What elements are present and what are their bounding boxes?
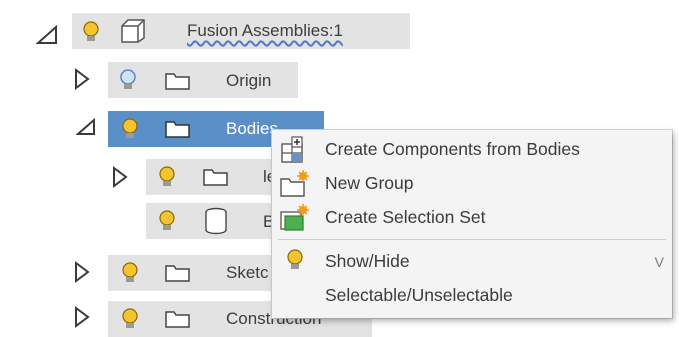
new-group-icon bbox=[278, 170, 310, 203]
menu-item-label: New Group bbox=[325, 173, 414, 193]
lightbulb-on-icon[interactable] bbox=[119, 117, 141, 146]
component-icon bbox=[118, 18, 148, 49]
menu-item-create-components[interactable]: Create Components from Bodies bbox=[272, 134, 672, 164]
menu-item-create-selection-set[interactable]: Create Selection Set bbox=[272, 202, 672, 232]
tree-node-origin[interactable]: Origin bbox=[108, 62, 298, 98]
menu-separator bbox=[278, 239, 666, 240]
create-components-icon bbox=[278, 136, 308, 169]
collapse-triangle-icon[interactable] bbox=[75, 117, 96, 141]
shortcut-key: V bbox=[654, 254, 664, 270]
folder-icon bbox=[203, 167, 229, 192]
body-cylinder-icon bbox=[203, 207, 229, 240]
lightbulb-on-icon[interactable] bbox=[119, 307, 141, 336]
folder-icon bbox=[165, 71, 191, 96]
tree-node-label: Origin bbox=[226, 71, 272, 90]
tree-node-label: Sketc bbox=[226, 263, 269, 282]
expand-triangle-icon[interactable] bbox=[74, 306, 90, 333]
lightbulb-on-icon[interactable] bbox=[156, 165, 178, 194]
lightbulb-on-icon[interactable] bbox=[119, 261, 141, 290]
folder-icon bbox=[165, 309, 191, 334]
selection-set-icon bbox=[278, 204, 310, 237]
menu-item-selectable[interactable]: Selectable/Unselectable bbox=[272, 280, 672, 310]
tree-node-root[interactable]: Fusion Assemblies:1 bbox=[72, 13, 410, 49]
menu-item-label: Show/Hide bbox=[325, 251, 410, 271]
expand-triangle-icon[interactable] bbox=[112, 166, 128, 193]
lightbulb-on-icon[interactable] bbox=[80, 20, 102, 49]
context-menu: Create Components from Bodies New Group … bbox=[272, 130, 672, 318]
menu-item-label: Create Components from Bodies bbox=[325, 139, 580, 159]
menu-item-label: Create Selection Set bbox=[325, 207, 486, 227]
folder-icon bbox=[165, 263, 191, 288]
menu-item-show-hide[interactable]: Show/Hide V bbox=[272, 246, 672, 276]
lightbulb-icon bbox=[284, 248, 306, 277]
menu-item-label: Selectable/Unselectable bbox=[325, 285, 513, 305]
collapse-triangle-icon[interactable] bbox=[35, 24, 58, 50]
lightbulb-on-icon[interactable] bbox=[156, 209, 178, 238]
tree-node-label: Fusion Assemblies:1 bbox=[187, 21, 343, 40]
expand-triangle-icon[interactable] bbox=[74, 68, 90, 95]
lightbulb-off-icon[interactable] bbox=[117, 68, 139, 97]
expand-triangle-icon[interactable] bbox=[74, 261, 90, 288]
folder-icon bbox=[165, 119, 191, 144]
tree-node-label: Bodies bbox=[226, 119, 278, 138]
menu-item-new-group[interactable]: New Group bbox=[272, 168, 672, 198]
